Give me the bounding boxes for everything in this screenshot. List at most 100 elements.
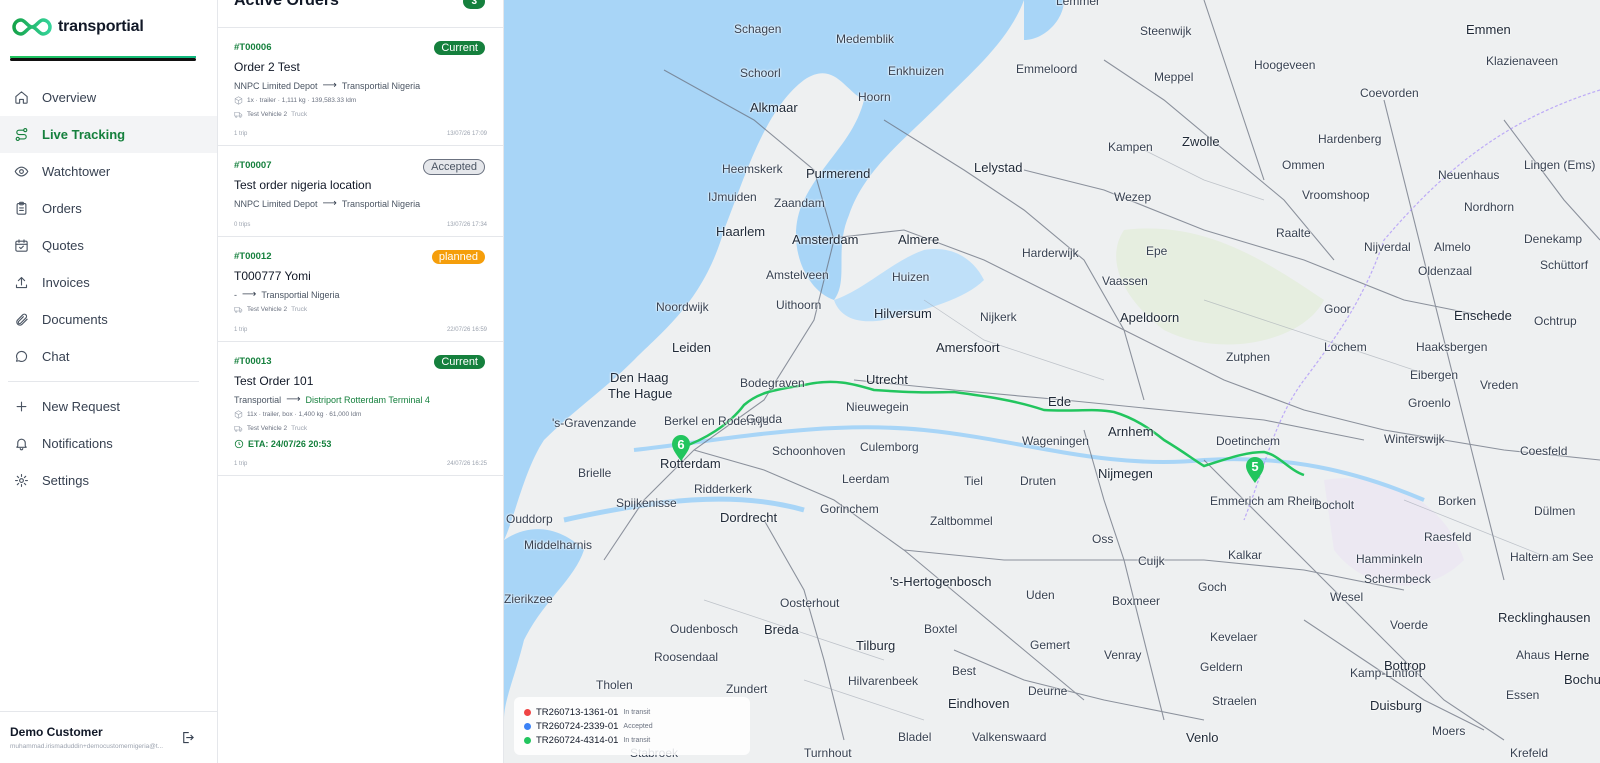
nav-item-label: Orders: [42, 201, 82, 216]
map-label: Leiden: [672, 340, 712, 355]
map-label: Brielle: [578, 466, 612, 480]
trip-id: TR260724-2339-01: [536, 720, 619, 732]
nav-item-orders[interactable]: Orders: [0, 190, 217, 227]
brand-logo[interactable]: transportial: [10, 16, 144, 38]
map-label: Klazienaveen: [1486, 54, 1559, 68]
order-card[interactable]: #T00007 Accepted Test order nigeria loca…: [218, 146, 503, 237]
nav-item-label: Invoices: [42, 275, 90, 290]
map-label: Denekamp: [1524, 232, 1583, 246]
clipboard-icon: [16, 201, 27, 215]
map-label: Oss: [1092, 532, 1114, 546]
marker-label: 5: [1251, 459, 1258, 474]
order-card[interactable]: #T00006 Current Order 2 Test NNPC Limite…: [218, 28, 503, 146]
order-vehicle: Test Vehicle 2 Truck: [234, 110, 487, 119]
tracking-map[interactable]: Schagen Medemblik Enkhuizen Emmeloord St…: [504, 0, 1600, 763]
map-label: Schoonhoven: [772, 444, 846, 458]
map-label: Zwolle: [1182, 134, 1220, 149]
map-label: Hamminkeln: [1356, 552, 1423, 566]
map-label: Goor: [1324, 302, 1351, 316]
map-label: Ede: [1048, 394, 1072, 409]
map-marker-pin[interactable]: 6: [670, 434, 692, 462]
map-label: Voerde: [1390, 618, 1429, 632]
map-label: Oosterhout: [780, 596, 840, 610]
map-label: Alkmaar: [750, 100, 798, 115]
map-label: Ommen: [1282, 158, 1325, 172]
orders-title: Active Orders: [234, 0, 339, 9]
map-label: Lingen (Ems): [1524, 158, 1596, 172]
map-label: Oldenzaal: [1418, 264, 1473, 278]
map-label: Coesfeld: [1520, 444, 1568, 458]
nav-divider: [8, 381, 199, 382]
map-label: Schermbeck: [1364, 572, 1431, 586]
order-vehicle: Test Vehicle 2 Truck: [234, 305, 487, 314]
nav-item-invoices[interactable]: Invoices: [0, 264, 217, 301]
map-label: Breda: [764, 622, 799, 637]
order-title: Test order nigeria location: [234, 178, 372, 192]
logout-icon[interactable]: [180, 730, 195, 745]
order-load: 11x · trailer, box · 1,400 kg · 61,000 l…: [234, 410, 487, 419]
trip-status: Accepted: [623, 722, 653, 730]
map-label: Turnhout: [804, 746, 852, 760]
map-label: Eibergen: [1410, 368, 1459, 382]
map-label: Haaksbergen: [1416, 340, 1488, 354]
trip-id: TR260724-4314-01: [536, 734, 619, 746]
map-label: Wesel: [1330, 590, 1364, 604]
upload-icon: [15, 276, 28, 289]
map-label: Venlo: [1186, 730, 1219, 745]
map-label: Ochtrup: [1534, 314, 1577, 328]
map-label: Ridderkerk: [694, 482, 753, 496]
map-label: Tilburg: [856, 638, 896, 653]
map-label: Meppel: [1154, 70, 1194, 84]
map-label: Zundert: [726, 682, 768, 696]
truck-icon: [234, 306, 243, 313]
map-label: Hilversum: [874, 306, 932, 321]
map-label: Apeldoorn: [1120, 310, 1180, 325]
map-label: Vaassen: [1102, 274, 1148, 288]
order-vehicle: Test Vehicle 2 Truck: [234, 424, 487, 433]
legend-item[interactable]: TR260724-2339-01 Accepted: [524, 719, 740, 733]
nav-item-label: Notifications: [42, 436, 113, 451]
nav-item-overview[interactable]: Overview: [0, 79, 217, 116]
map-label: Coevorden: [1360, 86, 1419, 100]
order-footer: 1 trip 13/07/26 17:09: [234, 131, 487, 137]
trip-count: 1 trip: [234, 131, 248, 137]
paperclip-icon: [16, 313, 28, 326]
order-footer: 0 trips 13/07/26 17:34: [234, 222, 487, 228]
map-label: Venray: [1104, 648, 1142, 662]
nav-item-live-tracking[interactable]: Live Tracking: [0, 116, 217, 153]
order-card[interactable]: #T00012 planned T000777 Yomi - ⟶ Transpo…: [218, 237, 503, 342]
map-label: Culemborg: [860, 440, 919, 454]
map-label: Valkenswaard: [972, 730, 1047, 744]
nav-item-label: New Request: [42, 399, 121, 414]
map-label: Tiel: [964, 474, 983, 488]
nav-item-watchtower[interactable]: Watchtower: [0, 153, 217, 190]
nav-item-chat[interactable]: Chat: [0, 338, 217, 375]
map-label: Epe: [1146, 244, 1168, 258]
arrow-right-icon: ⟶: [322, 198, 337, 209]
map-label: Haarlem: [716, 224, 766, 239]
map-marker-pin[interactable]: 5: [1244, 456, 1266, 484]
legend-item[interactable]: TR260713-1361-01 In transit: [524, 705, 740, 719]
nav-item-documents[interactable]: Documents: [0, 301, 217, 338]
map-label: Kevelaer: [1210, 630, 1258, 644]
map-label: Spijkenisse: [616, 496, 677, 510]
map-label: Bottrop: [1384, 658, 1426, 673]
home-icon: [15, 91, 28, 104]
route-from: -: [234, 289, 237, 300]
order-card[interactable]: #T00013 Current Test Order 101 Transport…: [218, 342, 503, 476]
nav-item-notifications[interactable]: Notifications: [0, 425, 217, 462]
nav-item-new-request[interactable]: New Request: [0, 388, 217, 425]
order-load: 1x · trailer · 1,111 kg · 139,583.33 ldm: [234, 96, 487, 105]
nav-item-settings[interactable]: Settings: [0, 462, 217, 499]
status-badge: planned: [431, 250, 485, 264]
legend-item[interactable]: TR260724-4314-01 In transit: [524, 733, 740, 747]
eye-icon: [14, 166, 29, 177]
map-label: The Hague: [608, 386, 673, 401]
trip-status: In transit: [623, 736, 651, 744]
map-label: 's-Gravenzande: [552, 416, 637, 430]
trip-count: 0 trips: [234, 222, 251, 228]
order-footer: 1 trip 22/07/26 16:59: [234, 327, 487, 333]
nav-item-quotes[interactable]: Quotes: [0, 227, 217, 264]
map-label: Schagen: [734, 22, 782, 36]
map-label: Gouda: [746, 412, 783, 426]
